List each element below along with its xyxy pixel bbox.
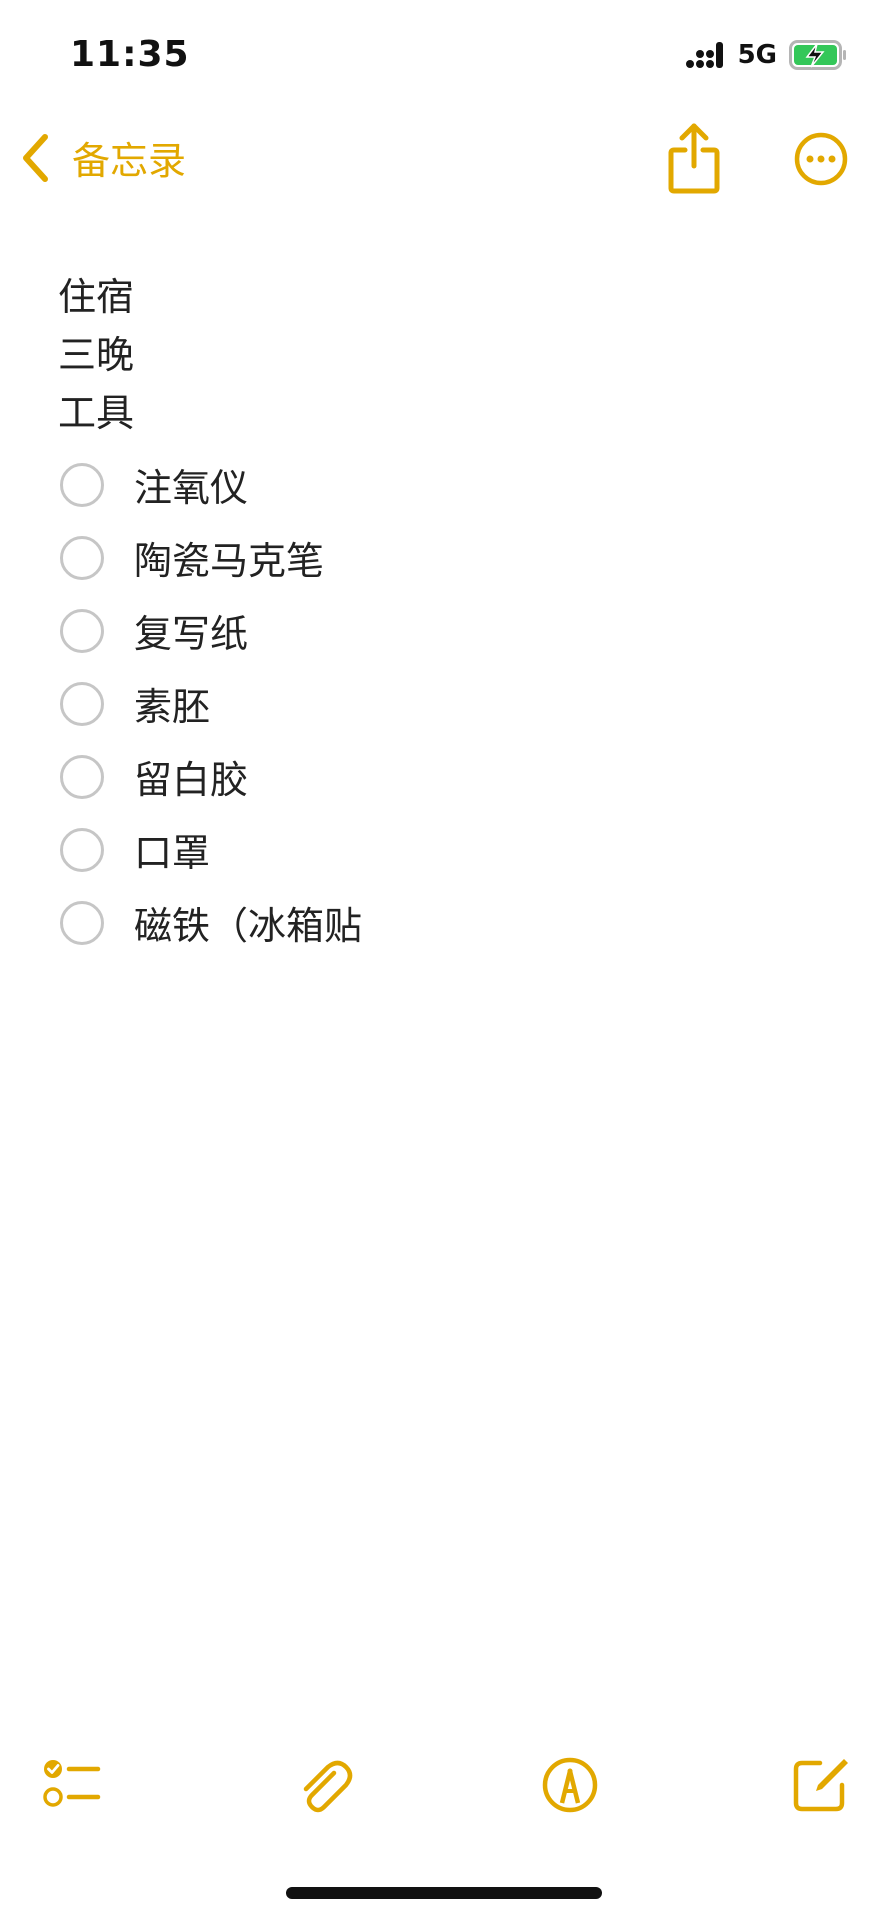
- home-indicator[interactable]: [286, 1887, 602, 1899]
- checklist-item-text[interactable]: 留白胶: [134, 749, 248, 804]
- checklist-item-text[interactable]: 磁铁（冰箱贴: [134, 895, 362, 950]
- checklist-item: 素胚: [58, 667, 838, 740]
- compose-button[interactable]: [790, 1755, 850, 1815]
- bottom-toolbar: [0, 1755, 887, 1835]
- checklist-checkbox[interactable]: [60, 535, 104, 580]
- battery-charging-icon: [789, 40, 846, 70]
- checklist-checkbox[interactable]: [60, 900, 104, 945]
- network-label: 5G: [737, 40, 777, 70]
- checklist-item: 留白胶: [58, 740, 838, 813]
- checklist-checkbox[interactable]: [60, 462, 104, 507]
- note-line-lodging[interactable]: 住宿: [58, 268, 838, 326]
- checklist-checkbox[interactable]: [60, 681, 104, 726]
- more-icon[interactable]: [794, 132, 848, 186]
- checklist-checkbox[interactable]: [60, 754, 104, 799]
- checklist-item-text[interactable]: 素胚: [134, 676, 210, 731]
- checklist-item-text[interactable]: 复写纸: [134, 603, 248, 658]
- compose-icon: [793, 1759, 848, 1812]
- nav-bar: 备忘录: [0, 110, 887, 210]
- checklist-item: 磁铁（冰箱贴: [58, 886, 838, 959]
- checklist-icon: [43, 1760, 101, 1807]
- notes-screen: 11:35 5G 备忘录 住宿 三晚 工具 注氧仪 陶瓷马克笔 复写纸 素胚 留…: [0, 0, 887, 1920]
- checklist-item: 口罩: [58, 813, 838, 886]
- checklist-item-text[interactable]: 注氧仪: [134, 457, 248, 512]
- paperclip-icon: [303, 1760, 353, 1813]
- share-icon[interactable]: [668, 122, 720, 196]
- status-indicators: 5G: [685, 40, 847, 70]
- back-button[interactable]: 备忘录: [18, 130, 186, 185]
- status-time: 11:35: [70, 34, 190, 75]
- checklist-item: 陶瓷马克笔: [58, 521, 838, 594]
- note-line-nights[interactable]: 三晚: [58, 326, 838, 384]
- note-body[interactable]: 住宿 三晚 工具 注氧仪 陶瓷马克笔 复写纸 素胚 留白胶 口罩 磁铁（冰箱贴: [58, 268, 838, 959]
- chevron-left-icon: [23, 133, 48, 182]
- back-label: 备忘录: [72, 139, 187, 183]
- markup-button[interactable]: [540, 1755, 600, 1815]
- checklist: 注氧仪 陶瓷马克笔 复写纸 素胚 留白胶 口罩 磁铁（冰箱贴: [58, 448, 838, 959]
- note-line-tools[interactable]: 工具: [58, 384, 838, 442]
- signal-icon: [685, 42, 723, 68]
- status-bar: 11:35 5G: [0, 0, 887, 110]
- checklist-checkbox[interactable]: [60, 608, 104, 653]
- checklist-item-text[interactable]: 陶瓷马克笔: [134, 530, 324, 585]
- checklist-item: 复写纸: [58, 594, 838, 667]
- checklist-item: 注氧仪: [58, 448, 838, 521]
- checklist-button[interactable]: [42, 1755, 102, 1815]
- attachment-button[interactable]: [294, 1755, 354, 1815]
- checklist-item-text[interactable]: 口罩: [134, 822, 210, 877]
- markup-pen-icon: [542, 1757, 598, 1813]
- checklist-checkbox[interactable]: [60, 827, 104, 872]
